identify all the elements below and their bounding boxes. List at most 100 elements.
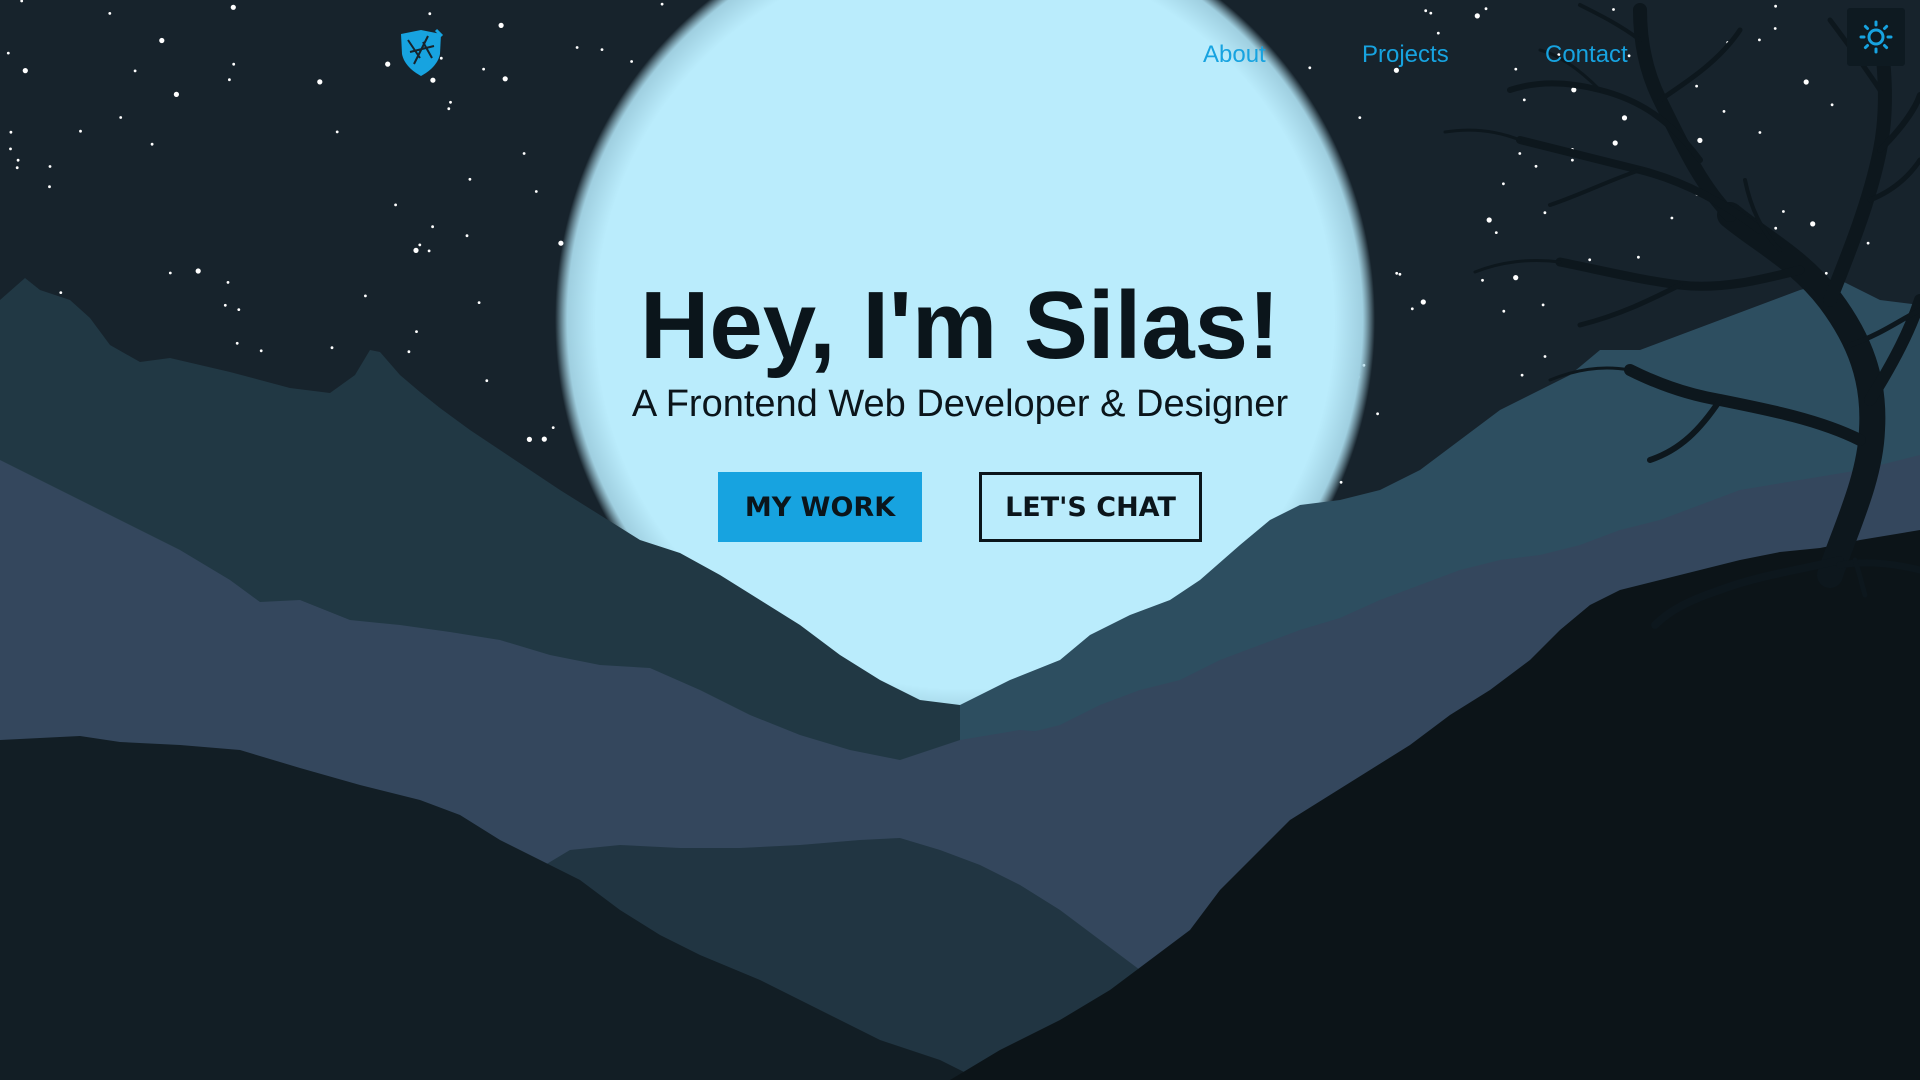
star (477, 301, 481, 304)
star (551, 426, 555, 429)
star (427, 249, 431, 253)
star (1502, 182, 1505, 186)
star (413, 247, 419, 253)
star (226, 281, 230, 284)
star (1637, 255, 1640, 259)
star (415, 330, 418, 333)
star (119, 116, 123, 119)
star (1420, 299, 1426, 305)
star (1486, 217, 1492, 223)
star (1697, 137, 1703, 143)
star (430, 77, 436, 83)
star (1358, 116, 1362, 119)
star (1866, 241, 1870, 245)
star (1774, 4, 1777, 8)
star (59, 291, 63, 294)
star (335, 130, 339, 134)
star (1824, 271, 1828, 275)
star (660, 2, 664, 6)
star (600, 48, 604, 51)
star (1429, 11, 1433, 15)
star (1522, 98, 1526, 102)
star (1502, 309, 1506, 313)
star (1541, 303, 1545, 307)
main-nav: About Projects Contact (1180, 40, 1710, 70)
star (1481, 278, 1484, 282)
star (1810, 221, 1816, 227)
star (1424, 9, 1428, 13)
star (1474, 13, 1480, 19)
star (1395, 271, 1399, 275)
star (630, 60, 633, 63)
star (159, 37, 165, 44)
star (108, 12, 112, 15)
star (541, 436, 547, 442)
star (364, 294, 367, 298)
star (259, 349, 263, 353)
star (1513, 275, 1519, 281)
star (173, 91, 179, 97)
star (223, 303, 227, 307)
star (498, 22, 504, 28)
star (1518, 152, 1522, 155)
star (48, 165, 52, 168)
star (407, 350, 411, 354)
theme-toggle-button[interactable] (1847, 8, 1905, 66)
star (1722, 110, 1726, 113)
star (1410, 307, 1414, 311)
star (1543, 355, 1547, 358)
star (1436, 31, 1440, 35)
star (1612, 8, 1615, 11)
star (1803, 79, 1809, 85)
star (9, 130, 13, 134)
site-logo[interactable] (398, 28, 444, 78)
star (428, 12, 432, 16)
star (465, 234, 469, 238)
star (1494, 231, 1498, 235)
star (1830, 103, 1834, 107)
star (485, 379, 489, 383)
star (385, 61, 391, 67)
star (468, 177, 472, 181)
background-scene (0, 0, 1920, 1080)
nav-link-contact[interactable]: Contact (1545, 40, 1628, 70)
star (1588, 258, 1592, 262)
star (230, 4, 236, 10)
star (237, 308, 241, 311)
lets-chat-button[interactable]: LET'S CHAT (979, 472, 1202, 542)
nav-link-about[interactable]: About (1203, 40, 1266, 70)
star (330, 346, 334, 350)
star (1612, 140, 1618, 146)
star (502, 76, 508, 82)
star (1782, 210, 1785, 213)
hero: Hey, I'm Silas! A Frontend Web Developer… (560, 270, 1360, 426)
star (6, 51, 10, 55)
star (1376, 412, 1379, 416)
star (482, 67, 485, 71)
star (449, 100, 452, 104)
star (1534, 164, 1538, 168)
star (1571, 158, 1574, 162)
star (133, 69, 137, 73)
star (48, 185, 51, 189)
star (168, 271, 172, 275)
star (1758, 131, 1762, 134)
star (232, 62, 236, 66)
star (522, 152, 526, 155)
star (9, 147, 12, 151)
my-work-button[interactable]: MY WORK (718, 472, 922, 542)
star (22, 68, 28, 74)
star (1670, 216, 1674, 220)
star (575, 46, 579, 49)
star (534, 190, 538, 193)
star (1695, 84, 1698, 88)
star (1774, 226, 1778, 230)
star (1543, 211, 1547, 215)
star (394, 203, 397, 207)
star (1398, 272, 1402, 276)
star (1773, 27, 1777, 30)
star (1758, 38, 1761, 42)
star (447, 107, 451, 111)
nav-link-projects[interactable]: Projects (1362, 40, 1449, 70)
star (431, 225, 434, 229)
